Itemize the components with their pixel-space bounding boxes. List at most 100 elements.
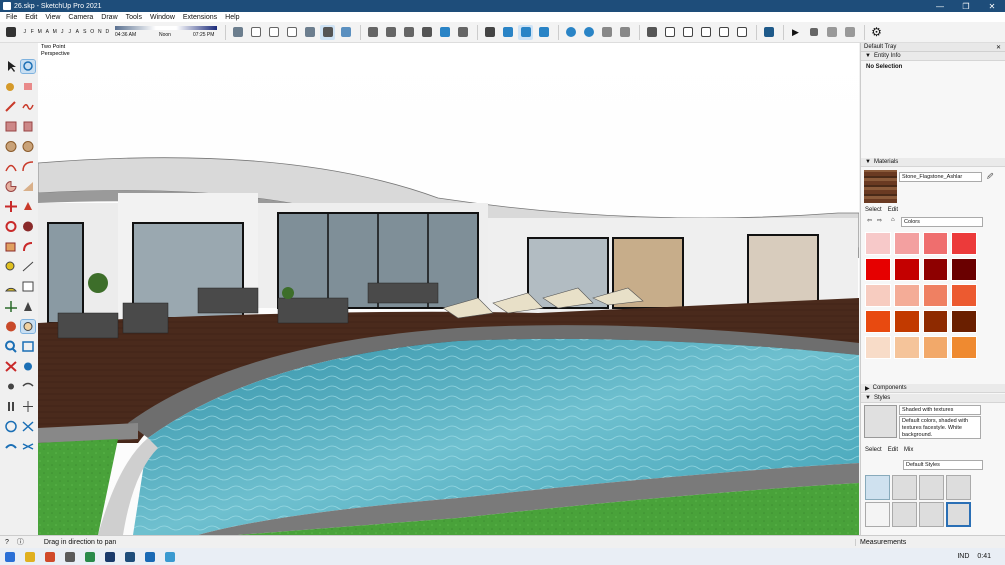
rotate-icon[interactable] [4, 220, 18, 233]
text-icon[interactable] [21, 280, 35, 293]
window-unit-icon[interactable] [734, 25, 749, 40]
material-color-swatch[interactable] [922, 284, 949, 307]
maximize-button[interactable]: ❐ [953, 2, 979, 11]
close-button[interactable]: ✕ [979, 2, 1005, 11]
tray-close-icon[interactable]: ✕ [996, 44, 1001, 51]
orbit-icon[interactable] [482, 25, 497, 40]
dimension-icon[interactable] [21, 260, 35, 273]
tab-styles-edit[interactable]: Edit [888, 447, 898, 453]
material-color-swatch[interactable] [951, 284, 977, 307]
layout-send-icon[interactable] [617, 25, 632, 40]
vray-icon[interactable] [761, 25, 776, 40]
measurements-box[interactable]: Measurements [855, 538, 1005, 546]
xray-style-icon[interactable] [230, 25, 245, 40]
settings-gear-icon[interactable]: ⚙ [869, 25, 884, 40]
scale-icon[interactable] [4, 240, 18, 253]
material-color-swatch[interactable] [951, 232, 977, 255]
material-color-swatch[interactable] [865, 310, 891, 333]
style-thumb[interactable] [892, 475, 917, 500]
play-icon[interactable]: ▶ [788, 25, 803, 40]
right-view-icon[interactable] [419, 25, 434, 40]
share-model-icon[interactable] [599, 25, 614, 40]
material-color-swatch[interactable] [922, 232, 949, 255]
model-viewport[interactable]: Two Point Perspective [38, 43, 859, 535]
material-color-swatch[interactable] [865, 232, 891, 255]
shaded-textures-style-icon[interactable] [320, 24, 335, 40]
home-icon[interactable] [698, 25, 713, 40]
push-pull-icon[interactable] [21, 200, 35, 213]
offset-icon[interactable] [21, 240, 35, 253]
rectangle-icon[interactable] [4, 120, 18, 133]
eraser-icon[interactable] [21, 80, 35, 93]
shadow-month-strip[interactable]: J F M A M J J A S O N D [21, 29, 111, 35]
style-thumb[interactable] [865, 502, 890, 527]
tab-styles-mix[interactable]: Mix [904, 447, 913, 453]
shadows-toggle-button[interactable] [3, 25, 18, 40]
style-thumb[interactable] [919, 475, 944, 500]
styles-header[interactable]: ▼ Styles [861, 394, 1005, 403]
style-thumb[interactable] [919, 502, 944, 527]
photoshop-icon[interactable] [105, 551, 115, 562]
menu-tools[interactable]: Tools [122, 14, 146, 21]
look-around-icon[interactable] [21, 380, 35, 393]
material-color-swatch[interactable] [922, 258, 949, 281]
move-icon[interactable] [4, 200, 18, 213]
style-description[interactable]: Default colors, shaded with textures fac… [899, 416, 981, 439]
arc-icon[interactable] [4, 160, 18, 173]
tab-materials-edit[interactable]: Edit [888, 207, 898, 216]
pan-hand-icon[interactable] [20, 319, 36, 334]
styles-library-select[interactable]: Default Styles [903, 460, 983, 470]
app-icon[interactable] [85, 551, 95, 562]
follow-me-icon[interactable] [21, 220, 35, 233]
orbit-tool-icon[interactable] [4, 320, 18, 333]
style-thumb[interactable] [865, 475, 890, 500]
line-pencil-icon[interactable] [4, 100, 18, 113]
material-color-swatch[interactable] [893, 232, 920, 255]
protractor-icon[interactable] [4, 280, 18, 293]
materials-library-select[interactable]: Colors [901, 217, 983, 227]
material-color-swatch[interactable] [922, 336, 949, 359]
tab-styles-select[interactable]: Select [865, 447, 882, 453]
tape-measure-icon[interactable] [4, 260, 18, 273]
left-view-icon[interactable] [455, 25, 470, 40]
entity-info-header[interactable]: ▼ Entity Info [861, 52, 1005, 61]
credits-info-icon[interactable]: ⓘ [17, 537, 24, 547]
smoove-icon[interactable] [4, 440, 18, 453]
back-view-icon[interactable] [437, 25, 452, 40]
help-circle-icon[interactable]: ? [5, 539, 9, 546]
style-thumb[interactable] [946, 475, 971, 500]
back-arrow-icon[interactable]: ⇦ [867, 217, 872, 224]
app-icon[interactable] [165, 551, 175, 562]
menu-view[interactable]: View [41, 14, 64, 21]
axes-icon[interactable] [4, 300, 18, 313]
components-header[interactable]: ▶ Components [861, 384, 1005, 393]
shaded-style-icon[interactable] [302, 25, 317, 40]
stamp-icon[interactable] [21, 440, 35, 453]
material-color-swatch[interactable] [893, 310, 920, 333]
iso-view-icon[interactable] [365, 25, 380, 40]
material-color-swatch[interactable] [922, 310, 949, 333]
zoom-window-icon[interactable] [21, 340, 35, 353]
extension-warehouse-icon[interactable] [581, 25, 596, 40]
style-name-input[interactable]: Shaded with textures [899, 405, 981, 415]
zoom-icon[interactable] [518, 24, 533, 40]
start-windows-icon[interactable] [5, 551, 15, 562]
material-color-swatch[interactable] [893, 258, 920, 281]
sandbox-from-contours-icon[interactable] [4, 420, 18, 433]
pie-icon[interactable] [4, 180, 18, 193]
monochrome-style-icon[interactable] [338, 25, 353, 40]
shadow-time-slider[interactable]: 04:36 AM Noon 07:25 PM [115, 23, 217, 41]
section-plane-icon[interactable] [644, 25, 659, 40]
app-icon[interactable] [145, 551, 155, 562]
wireframe-style-icon[interactable] [266, 25, 281, 40]
zoom-magnifier-icon[interactable] [4, 340, 18, 353]
material-color-swatch[interactable] [865, 258, 891, 281]
app-icon[interactable] [65, 551, 75, 562]
material-color-swatch[interactable] [951, 336, 977, 359]
create-material-icon[interactable]: 🖉 [987, 172, 993, 182]
menu-extensions[interactable]: Extensions [179, 14, 221, 21]
minimize-button[interactable]: — [927, 2, 953, 11]
scene-prev-icon[interactable] [824, 25, 839, 40]
top-view-icon[interactable] [383, 25, 398, 40]
freehand-icon[interactable] [21, 100, 35, 113]
